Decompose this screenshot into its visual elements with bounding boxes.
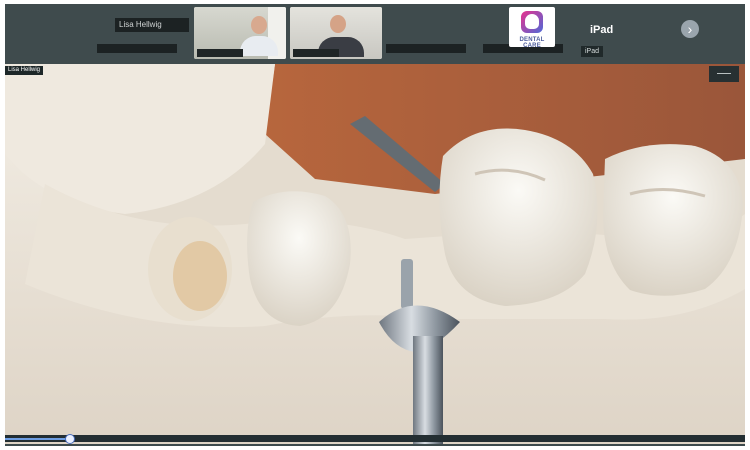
- participant-1-face: [251, 16, 267, 34]
- active-speaker-label: Lisa Hellwig: [5, 66, 44, 75]
- video-progress-fill: [5, 438, 71, 440]
- tooth-shape-icon: [525, 14, 539, 29]
- chevron-right-icon: ›: [687, 21, 693, 37]
- dental-model-scene: [5, 64, 745, 444]
- participant-video-tile-2[interactable]: [290, 7, 382, 59]
- prep-tooth-cavity: [173, 241, 227, 311]
- video-progress-bar[interactable]: [5, 434, 745, 444]
- participant-tile-name-2: [197, 49, 243, 57]
- implant-screw-thread: [401, 259, 413, 309]
- participant-tile-name-3: [293, 49, 339, 57]
- video-call-window: Lisa Hellwig DENTAL CARE iPad iPad › Lis…: [5, 4, 745, 446]
- logo-label: DENTAL CARE: [519, 37, 545, 49]
- dental-logo-tile[interactable]: DENTAL CARE: [509, 7, 555, 49]
- participant-tile-bar-1: [97, 44, 177, 53]
- minimize-view-button[interactable]: [709, 66, 739, 82]
- participant-video-tile-1[interactable]: [194, 7, 286, 59]
- participant-tile-name-1[interactable]: Lisa Hellwig: [115, 18, 189, 32]
- participant-strip: Lisa Hellwig DENTAL CARE iPad iPad ›: [5, 4, 745, 64]
- ipad-tile-title[interactable]: iPad: [590, 24, 613, 36]
- ipad-tile-chip: iPad: [581, 46, 604, 57]
- participant-tile-bar-2: [386, 44, 466, 53]
- minimize-icon: [717, 73, 731, 74]
- molar-tooth-1: [439, 128, 598, 306]
- dental-instrument-shaft: [413, 336, 443, 444]
- next-participants-button[interactable]: ›: [681, 20, 699, 38]
- video-progress-handle[interactable]: [65, 434, 75, 444]
- participant-2-face: [330, 15, 346, 33]
- shared-video-stage: [5, 64, 745, 444]
- participant-1-body: [240, 36, 278, 56]
